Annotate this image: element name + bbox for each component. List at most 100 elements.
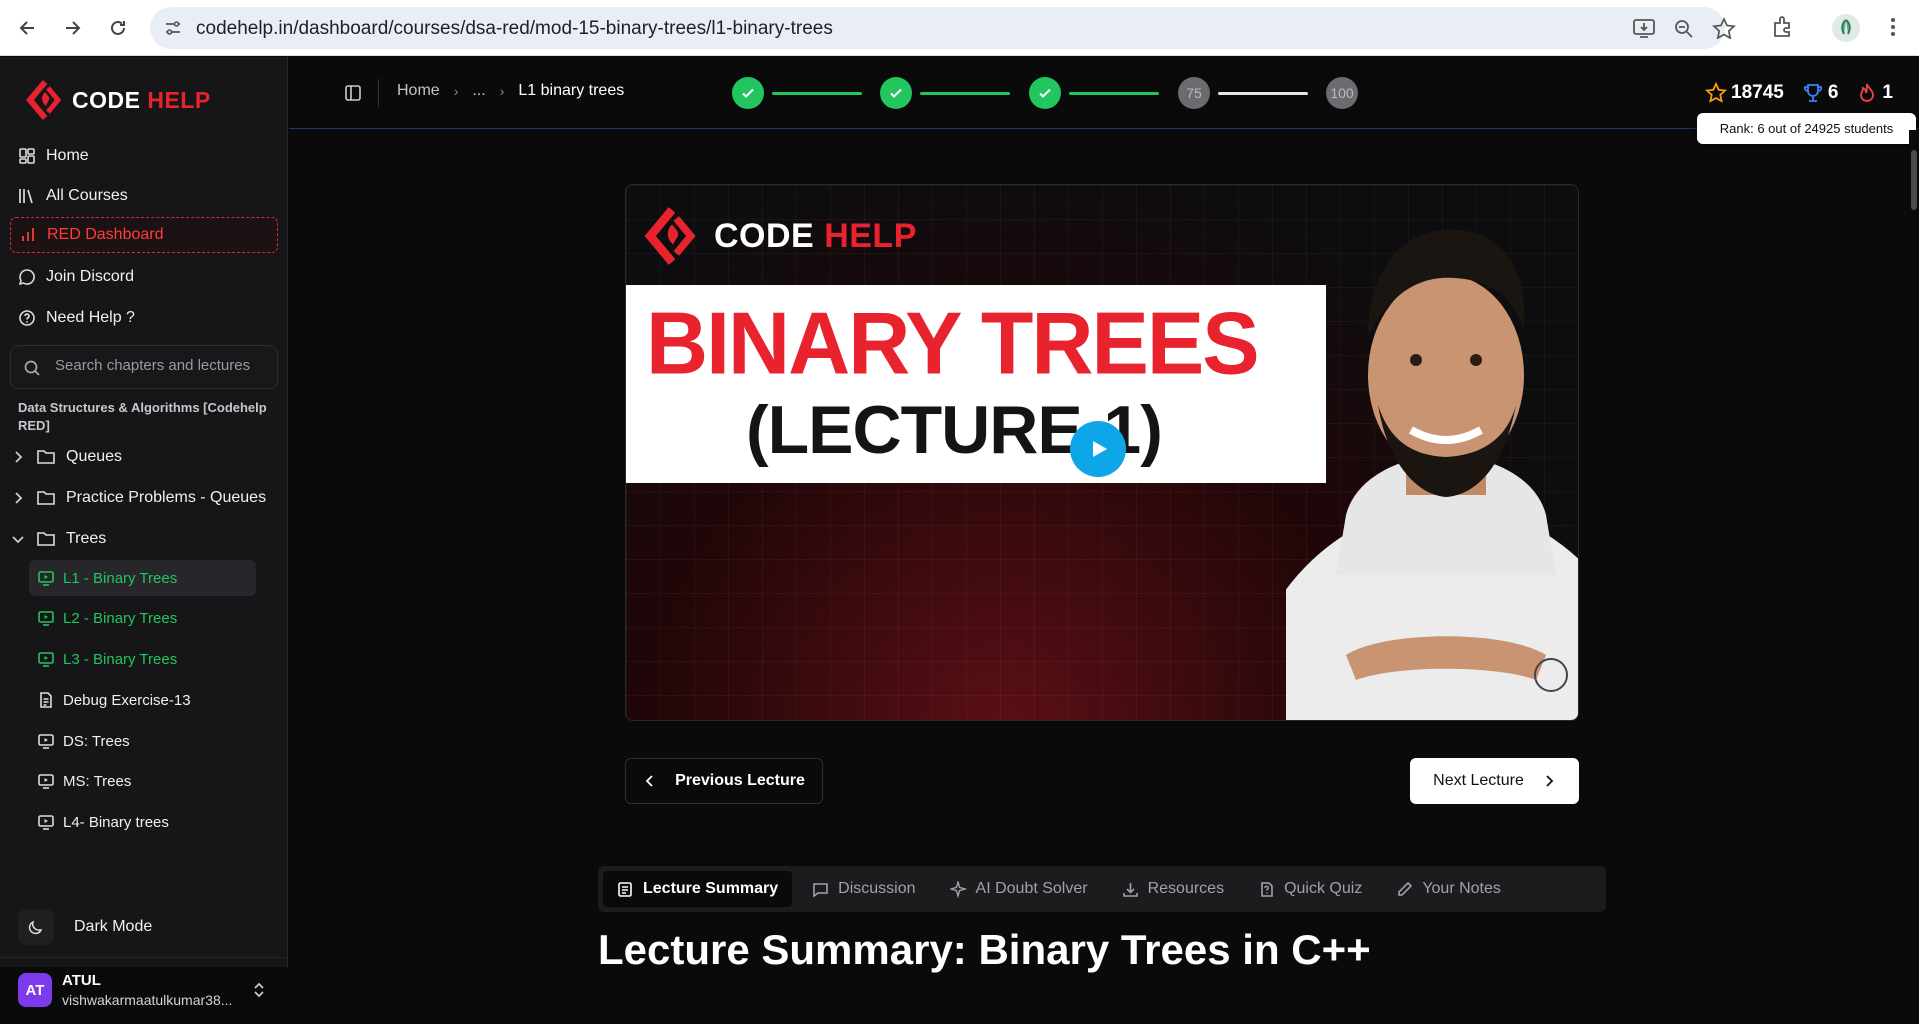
home-grid-icon xyxy=(19,148,35,164)
progress-line xyxy=(1218,92,1308,95)
dark-mode-toggle[interactable]: Dark Mode xyxy=(18,909,152,945)
play-icon xyxy=(1093,441,1107,457)
folder-queues[interactable]: Queues xyxy=(10,441,122,473)
breadcrumb-current: L1 binary trees xyxy=(518,82,625,99)
instructor-photo xyxy=(1286,229,1578,720)
progress-step-75: 75 xyxy=(1178,77,1210,109)
sidebar-toggle-icon[interactable] xyxy=(344,84,362,102)
bar-chart-icon xyxy=(22,228,34,241)
sidebar-item-need-help[interactable]: Need Help ? xyxy=(10,300,278,336)
progress-line xyxy=(920,92,1010,95)
zoom-icon[interactable] xyxy=(1672,17,1696,39)
stars-count: 18745 xyxy=(1731,82,1784,103)
chevron-right-icon xyxy=(15,492,23,504)
video-lecture-icon xyxy=(38,652,54,667)
breadcrumb-home[interactable]: Home xyxy=(397,82,440,100)
lecture-item-ds-trees[interactable]: DS: Trees xyxy=(29,723,256,759)
tab-resources[interactable]: Resources xyxy=(1108,871,1238,907)
rank-count: 6 xyxy=(1827,82,1839,103)
download-icon xyxy=(1122,882,1138,897)
folder-trees[interactable]: Trees xyxy=(10,523,106,555)
user-email: vishwakarmaatulkumar38... xyxy=(62,992,233,1008)
url-text[interactable]: codehelp.in/dashboard/courses/dsa-red/mo… xyxy=(196,18,833,40)
user-stats: 18745 6 1 xyxy=(1687,82,1893,104)
folder-practice-problems-queues[interactable]: Practice Problems - Queues xyxy=(10,482,266,514)
video-lecture-icon xyxy=(38,815,54,830)
sidebar-item-red-dashboard[interactable]: RED Dashboard xyxy=(10,217,278,253)
summary-icon xyxy=(618,881,632,897)
lecture-item-l1[interactable]: L1 - Binary Trees xyxy=(29,560,256,596)
play-button[interactable] xyxy=(1070,421,1126,477)
tab-label: Resources xyxy=(1147,880,1225,897)
lecture-item-l2[interactable]: L2 - Binary Trees xyxy=(29,600,256,636)
breadcrumb-ellipsis[interactable]: ... xyxy=(472,82,485,100)
install-app-icon[interactable] xyxy=(1632,17,1656,39)
profile-avatar-icon[interactable] xyxy=(1832,14,1860,42)
tab-discussion[interactable]: Discussion xyxy=(798,871,929,907)
sidebar: CODE HELP Home All Courses RED Dashboard… xyxy=(0,57,288,1008)
stars-stat[interactable]: 18745 xyxy=(1705,82,1784,104)
address-bar[interactable]: codehelp.in/dashboard/courses/dsa-red/mo… xyxy=(150,7,1736,49)
bookmark-star-icon[interactable] xyxy=(1712,17,1736,39)
search-input[interactable] xyxy=(55,357,260,374)
lecture-item-l4[interactable]: L4- Binary trees xyxy=(29,804,256,840)
thumbnail-logo: CODE HELP xyxy=(642,207,917,265)
forward-arrow-icon[interactable] xyxy=(58,14,86,42)
sidebar-item-join-discord[interactable]: Join Discord xyxy=(10,259,278,295)
user-profile-menu[interactable]: AT ATUL vishwakarmaatulkumar38... xyxy=(0,957,288,1024)
codehelp-logo-icon xyxy=(644,207,696,265)
trophy-icon xyxy=(1803,84,1822,102)
pencil-icon xyxy=(1398,881,1413,896)
next-lecture-button[interactable]: Next Lecture xyxy=(1410,758,1579,804)
streak-stat[interactable]: 1 xyxy=(1856,82,1893,104)
page-scrollbar[interactable] xyxy=(1909,130,1919,967)
folder-label: Trees xyxy=(66,530,107,547)
check-icon xyxy=(890,88,902,98)
sidebar-item-label: Join Discord xyxy=(46,268,135,285)
rank-stat[interactable]: 6 xyxy=(1802,82,1839,104)
breadcrumb: Home › ... › L1 binary trees xyxy=(397,82,624,100)
lecture-label: MS: Trees xyxy=(63,772,132,790)
video-lecture-icon xyxy=(38,611,54,626)
extensions-icon[interactable] xyxy=(1770,14,1796,40)
sidebar-search[interactable] xyxy=(10,345,278,389)
sidebar-item-label: Need Help ? xyxy=(46,309,135,326)
sidebar-item-label: All Courses xyxy=(46,187,128,204)
reload-icon[interactable] xyxy=(104,14,132,42)
previous-lecture-label: Previous Lecture xyxy=(675,772,805,789)
tab-label: Lecture Summary xyxy=(643,880,779,897)
lecture-tabs: Lecture Summary Discussion AI Doubt Solv… xyxy=(598,866,1606,912)
sidebar-item-all-courses[interactable]: All Courses xyxy=(10,178,278,214)
chevron-right-icon: › xyxy=(499,83,505,99)
browser-menu-icon[interactable] xyxy=(1880,14,1906,40)
progress-line xyxy=(772,92,862,95)
thumbnail-title: BINARY TREES xyxy=(646,295,1260,393)
previous-lecture-button[interactable]: Previous Lecture xyxy=(625,758,823,804)
lecture-label: L3 - Binary Trees xyxy=(63,650,178,668)
codehelp-logo[interactable]: CODE HELP xyxy=(26,79,211,121)
lecture-item-l3[interactable]: L3 - Binary Trees xyxy=(29,641,256,677)
tab-ai-doubt-solver[interactable]: AI Doubt Solver xyxy=(936,871,1102,907)
scrollbar-thumb[interactable] xyxy=(1911,150,1917,210)
streak-count: 1 xyxy=(1882,82,1893,103)
chevron-down-icon xyxy=(12,536,24,544)
tab-quick-quiz[interactable]: Quick Quiz xyxy=(1244,871,1376,907)
codehelp-logo-icon xyxy=(26,80,62,120)
sidebar-item-label: RED Dashboard xyxy=(47,226,164,243)
lecture-item-ms-trees[interactable]: MS: Trees xyxy=(29,763,256,799)
progress-step-done xyxy=(880,77,912,109)
user-name: ATUL xyxy=(62,972,101,989)
chevron-right-icon xyxy=(15,451,23,463)
lecture-item-debug-exercise[interactable]: Debug Exercise-13 xyxy=(29,682,256,718)
back-arrow-icon[interactable] xyxy=(14,14,42,42)
tab-lecture-summary[interactable]: Lecture Summary xyxy=(603,871,793,907)
divider xyxy=(378,79,379,107)
lecture-label: L4- Binary trees xyxy=(63,813,169,831)
chevron-right-icon xyxy=(1546,775,1554,787)
video-player[interactable]: CODE HELP BINARY TREES (LECTURE-1) xyxy=(625,184,1579,721)
chevron-up-down-icon[interactable] xyxy=(250,981,268,999)
sidebar-item-home[interactable]: Home xyxy=(10,138,278,174)
chevron-right-icon: › xyxy=(453,83,459,99)
site-settings-icon[interactable] xyxy=(164,19,182,37)
tab-your-notes[interactable]: Your Notes xyxy=(1382,871,1515,907)
